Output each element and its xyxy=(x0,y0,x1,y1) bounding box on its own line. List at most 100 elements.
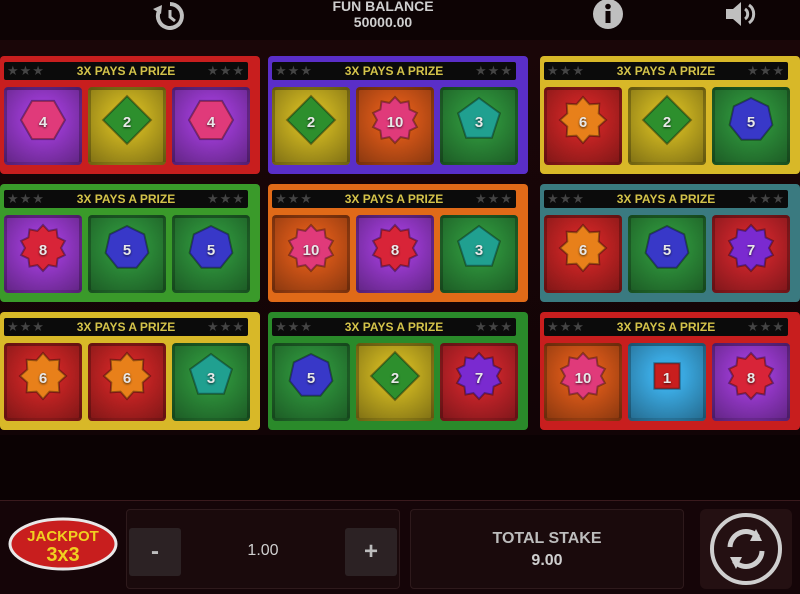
symbol-value: 5 xyxy=(662,242,672,259)
symbol-tile[interactable]: 2 xyxy=(356,343,434,421)
symbol-tile[interactable]: 10 xyxy=(544,343,622,421)
prize-banner: ★★★ 3X PAYS A PRIZE ★★★ xyxy=(4,62,248,80)
ticket-card[interactable]: ★★★ 3X PAYS A PRIZE ★★★ 5 2 7 xyxy=(268,312,528,430)
ticket-card[interactable]: ★★★ 3X PAYS A PRIZE ★★★ 4 2 4 xyxy=(0,56,260,174)
prize-banner: ★★★ 3X PAYS A PRIZE ★★★ xyxy=(544,318,788,336)
symbol-value: 6 xyxy=(578,242,588,259)
ticket-card[interactable]: ★★★ 3X PAYS A PRIZE ★★★ 6 6 3 xyxy=(0,312,260,430)
symbol-value: 10 xyxy=(386,114,404,131)
star-icon: ★★★ xyxy=(207,319,245,334)
prize-banner: ★★★ 3X PAYS A PRIZE ★★★ xyxy=(272,318,516,336)
logo-line1: JACKPOT xyxy=(27,528,99,545)
symbol-tile[interactable]: 6 xyxy=(544,87,622,165)
symbol-tile[interactable]: 5 xyxy=(628,215,706,293)
symbol-tile[interactable]: 4 xyxy=(172,87,250,165)
symbol-tile[interactable]: 7 xyxy=(440,343,518,421)
symbol-value: 10 xyxy=(574,370,592,387)
total-stake: TOTAL STAKE 9.00 xyxy=(410,509,684,589)
star-icon: ★★★ xyxy=(475,63,513,78)
symbol-value: 6 xyxy=(578,114,588,131)
symbol-value: 4 xyxy=(38,114,48,131)
symbol-value: 3 xyxy=(206,370,216,387)
symbol-value: 5 xyxy=(306,370,316,387)
symbol-value: 5 xyxy=(746,114,756,131)
symbol-tile[interactable]: 2 xyxy=(272,87,350,165)
symbol-tile[interactable]: 6 xyxy=(544,215,622,293)
star-icon: ★★★ xyxy=(747,63,785,78)
symbol-tile[interactable]: 3 xyxy=(440,215,518,293)
star-icon: ★★★ xyxy=(747,191,785,206)
symbol-tile[interactable]: 8 xyxy=(712,343,790,421)
symbol-value: 4 xyxy=(206,114,216,131)
symbol-tile[interactable]: 10 xyxy=(272,215,350,293)
symbol-tile[interactable]: 5 xyxy=(88,215,166,293)
symbol-tile[interactable]: 8 xyxy=(356,215,434,293)
prize-banner: ★★★ 3X PAYS A PRIZE ★★★ xyxy=(272,190,516,208)
speaker-icon[interactable] xyxy=(722,0,762,34)
symbol-value: 2 xyxy=(390,370,400,387)
play-button[interactable] xyxy=(700,509,792,589)
star-icon: ★★★ xyxy=(207,191,245,206)
symbol-tile[interactable]: 3 xyxy=(172,343,250,421)
stake-selector: - 1.00 + xyxy=(126,509,400,589)
balance-label: FUN BALANCE xyxy=(332,0,434,14)
prize-banner: ★★★ 3X PAYS A PRIZE ★★★ xyxy=(544,62,788,80)
symbol-tile[interactable]: 7 xyxy=(712,215,790,293)
stake-value: 1.00 xyxy=(247,542,279,559)
star-icon: ★★★ xyxy=(747,319,785,334)
stake-plus-button[interactable]: + xyxy=(345,528,397,576)
history-icon[interactable] xyxy=(150,0,190,34)
info-icon[interactable] xyxy=(590,0,626,34)
balance-value: 50000.00 xyxy=(353,14,413,30)
stake-minus-button[interactable]: - xyxy=(129,528,181,576)
symbol-tile[interactable]: 6 xyxy=(4,343,82,421)
prize-banner: ★★★ 3X PAYS A PRIZE ★★★ xyxy=(4,318,248,336)
star-icon: ★★★ xyxy=(475,191,513,206)
symbol-value: 2 xyxy=(306,114,316,131)
symbol-value: 8 xyxy=(390,242,400,259)
ticket-card[interactable]: ★★★ 3X PAYS A PRIZE ★★★ 10 8 3 xyxy=(268,184,528,302)
symbol-tile[interactable]: 6 xyxy=(88,343,166,421)
symbol-tile[interactable]: 1 xyxy=(628,343,706,421)
symbol-value: 5 xyxy=(206,242,216,259)
refresh-icon xyxy=(710,513,782,585)
symbol-value: 7 xyxy=(746,242,756,259)
control-bar: JACKPOT 3x3 - 1.00 + TOTAL STAKE 9.00 xyxy=(0,500,800,594)
ticket-card[interactable]: ★★★ 3X PAYS A PRIZE ★★★ 10 1 8 xyxy=(540,312,800,430)
symbol-value: 5 xyxy=(122,242,132,259)
total-stake-value: 9.00 xyxy=(531,552,563,569)
star-icon: ★★★ xyxy=(207,63,245,78)
symbol-value: 2 xyxy=(122,114,132,131)
total-stake-label: TOTAL STAKE xyxy=(492,530,602,547)
symbol-tile[interactable]: 5 xyxy=(712,87,790,165)
symbol-tile[interactable]: 8 xyxy=(4,215,82,293)
star-icon: ★★★ xyxy=(475,319,513,334)
symbol-value: 3 xyxy=(474,242,484,259)
ticket-card[interactable]: ★★★ 3X PAYS A PRIZE ★★★ 6 2 5 xyxy=(540,56,800,174)
symbol-tile[interactable]: 2 xyxy=(88,87,166,165)
symbol-value: 10 xyxy=(302,242,320,259)
symbol-tile[interactable]: 2 xyxy=(628,87,706,165)
ticket-card[interactable]: ★★★ 3X PAYS A PRIZE ★★★ 8 5 5 xyxy=(0,184,260,302)
symbol-value: 8 xyxy=(746,370,756,387)
symbol-value: 1 xyxy=(662,370,672,387)
jackpot-3x3-logo: JACKPOT 3x3 xyxy=(8,517,118,571)
symbol-value: 8 xyxy=(38,242,48,259)
symbol-tile[interactable]: 10 xyxy=(356,87,434,165)
ticket-card[interactable]: ★★★ 3X PAYS A PRIZE ★★★ 2 10 3 xyxy=(268,56,528,174)
symbol-tile[interactable]: 4 xyxy=(4,87,82,165)
symbol-value: 2 xyxy=(662,114,672,131)
logo-line2: 3x3 xyxy=(46,544,79,566)
symbol-value: 6 xyxy=(38,370,48,387)
ticket-card[interactable]: ★★★ 3X PAYS A PRIZE ★★★ 6 5 7 xyxy=(540,184,800,302)
symbol-tile[interactable]: 3 xyxy=(440,87,518,165)
symbol-tile[interactable]: 5 xyxy=(172,215,250,293)
prize-banner: ★★★ 3X PAYS A PRIZE ★★★ xyxy=(4,190,248,208)
symbol-tile[interactable]: 5 xyxy=(272,343,350,421)
top-bar: FUN BALANCE 50000.00 xyxy=(0,0,800,40)
prize-banner: ★★★ 3X PAYS A PRIZE ★★★ xyxy=(544,190,788,208)
prize-banner: ★★★ 3X PAYS A PRIZE ★★★ xyxy=(272,62,516,80)
symbol-value: 7 xyxy=(474,370,484,387)
fun-balance: FUN BALANCE 50000.00 xyxy=(300,0,466,30)
symbol-value: 6 xyxy=(122,370,132,387)
